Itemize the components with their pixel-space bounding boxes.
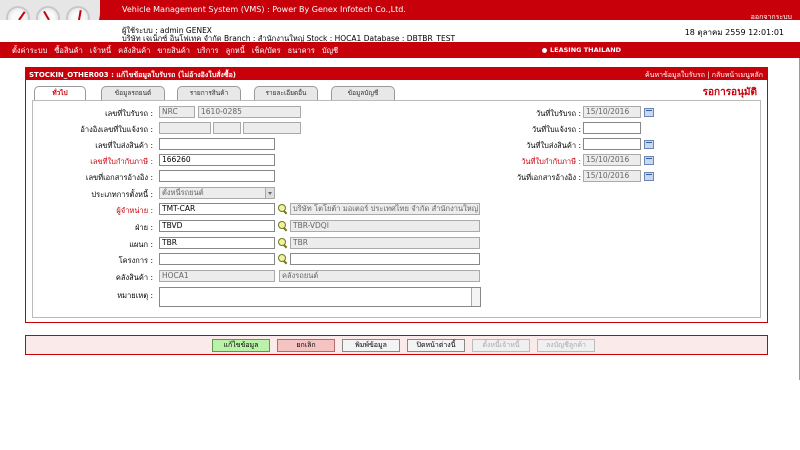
section-name-field: TBR [290, 237, 480, 249]
menu-item-account[interactable]: บัญชี [322, 45, 338, 57]
remark-textarea[interactable] [159, 287, 481, 307]
transfer-date-field[interactable] [583, 122, 641, 134]
cancel-button[interactable]: ยกเลิก [277, 339, 335, 352]
app-window: Vehicle Management System (VMS) : Power … [0, 0, 800, 380]
remark-label: หมายเหตุ : [117, 291, 153, 300]
form-panel: STOCKIN_OTHER003 : แก้ไขข้อมูลใบรับรถ (ไ… [25, 67, 768, 323]
receipt-no-label: เลขที่ใบรับรถ : [105, 109, 153, 118]
tab-general[interactable]: ทั่วไป [34, 86, 86, 100]
post-account-button[interactable]: ลงบัญชีลูกค้า [537, 339, 595, 352]
top-bar: Vehicle Management System (VMS) : Power … [0, 0, 800, 42]
delivery-no-label: เลขที่ใบส่งสินค้า : [95, 141, 153, 150]
save-button[interactable]: แก้ไขข้อมูล [212, 339, 270, 352]
tab-details[interactable]: รายละเอียดอื่น [254, 86, 318, 100]
leasing-label[interactable]: LEASING THAILAND [542, 46, 621, 54]
status-badge: รอการอนุมัติ [702, 87, 757, 98]
project-name-field[interactable] [290, 253, 480, 265]
ref-doc-date-label: วันที่เอกสารอ้างอิง : [516, 173, 581, 182]
tax-invoice-date-label: วันที่ใบกำกับภาษี : [521, 157, 581, 166]
ref-doc-no-label: เลขที่เอกสารอ้างอิง : [85, 173, 153, 182]
search-icon[interactable] [278, 254, 288, 264]
tax-invoice-no-label: เลขที่ใบกำกับภาษี : [90, 157, 153, 166]
transfer-date-label: วันที่ใบแจ้งรถ : [531, 125, 581, 134]
panel-title-bar: STOCKIN_OTHER003 : แก้ไขข้อมูลใบรับรถ (ไ… [26, 68, 767, 80]
warehouse-code-field: HOCA1 [159, 270, 275, 282]
search-icon[interactable] [278, 238, 288, 248]
delivery-no-input[interactable] [159, 138, 275, 150]
receipt-no-field: 1610-0285 [198, 106, 301, 118]
department-name-field: TBR-VDQI [290, 220, 480, 232]
menu-item-bank[interactable]: ธนาคาร [288, 45, 315, 57]
department-code-input[interactable]: TBVD [159, 220, 275, 232]
tax-invoice-date-field: 15/10/2016 [583, 154, 641, 166]
datetime: 18 ตุลาคม 2559 12:01:01 [684, 28, 784, 37]
warehouse-label: คลังสินค้า : [115, 273, 153, 282]
tab-vehicle[interactable]: ข้อมูลรถยนต์ [101, 86, 165, 100]
project-code-input[interactable] [159, 253, 275, 265]
tax-invoice-no-input[interactable]: 166260 [159, 154, 275, 166]
receipt-date-field: 15/10/2016 [583, 106, 641, 118]
calendar-icon[interactable] [644, 108, 654, 117]
menu-item-cheque[interactable]: เช็ค/บัตร [252, 45, 281, 57]
menu-item-creditor[interactable]: เจ้าหนี้ [90, 45, 111, 57]
ref-transfer-field-3 [243, 122, 301, 134]
close-window-button[interactable]: ปิดหน้าต่างนี้ [407, 339, 465, 352]
menu-item-purchase[interactable]: ซื้อสินค้า [54, 45, 83, 57]
tab-items[interactable]: รายการสินค้า [177, 86, 241, 100]
menu-item-settings[interactable]: ตั้งค่าระบบ [6, 45, 47, 57]
page-title: STOCKIN_OTHER003 : แก้ไขข้อมูลใบรับรถ (ไ… [29, 71, 236, 79]
vendor-name-field: บริษัท โตโยต้า มอเตอร์ ประเทศไทย จำกัด ส… [290, 203, 480, 215]
debt-type-value: ตั้งหนี้รถยนต์ [162, 188, 204, 197]
receipt-prefix-field: NRC [159, 106, 195, 118]
app-title: Vehicle Management System (VMS) : Power … [122, 5, 406, 14]
panel-links[interactable]: ค้นหาข้อมูลใบรับรถ | กลับหน้าเมนูหลัก [645, 70, 763, 81]
remark-scrollbar[interactable] [471, 288, 480, 306]
vendor-code-input[interactable]: TMT-CAR [159, 203, 275, 215]
ref-transfer-field-2 [213, 122, 241, 134]
menu-item-service[interactable]: บริการ [197, 45, 219, 57]
ref-doc-no-input[interactable] [159, 170, 275, 182]
calendar-icon[interactable] [644, 172, 654, 181]
menu-item-warehouse[interactable]: คลังสินค้า [118, 45, 150, 57]
department-label: ฝ่าย : [135, 223, 153, 232]
chevron-down-icon[interactable] [265, 188, 274, 198]
delivery-date-label: วันที่ใบส่งสินค้า : [526, 141, 581, 150]
user-info-bar: ผู้ใช้ระบบ : admin GENEX บริษัท เจเน็กซ์… [0, 20, 800, 43]
bullet-icon [542, 47, 547, 53]
search-icon[interactable] [278, 204, 288, 214]
calendar-icon[interactable] [644, 140, 654, 149]
debt-type-select[interactable]: ตั้งหนี้รถยนต์ [159, 187, 275, 199]
project-label: โครงการ : [118, 256, 153, 265]
action-bar: แก้ไขข้อมูล ยกเลิก พิมพ์ข้อมูล ปิดหน้าต่… [25, 335, 768, 355]
menu-item-sales[interactable]: ขายสินค้า [157, 45, 190, 57]
delivery-date-field[interactable] [583, 138, 641, 150]
ref-transfer-field-1 [159, 122, 211, 134]
print-button[interactable]: พิมพ์ข้อมูล [342, 339, 400, 352]
receipt-date-label: วันที่ใบรับรถ : [536, 109, 581, 118]
ref-doc-date-field: 15/10/2016 [583, 170, 641, 182]
debt-type-label: ประเภทการตั้งหนี้ : [91, 190, 153, 199]
ref-transfer-label: อ้างอิงเลขที่ใบแจ้งรถ : [80, 125, 153, 134]
main-menu: ตั้งค่าระบบ ซื้อสินค้า เจ้าหนี้ คลังสินค… [0, 42, 800, 58]
set-debt-button[interactable]: ตั้งหนี้เจ้าหนี้ [472, 339, 530, 352]
calendar-icon[interactable] [644, 156, 654, 165]
section-code-input[interactable]: TBR [159, 237, 275, 249]
tab-account[interactable]: ข้อมูลบัญชี [331, 86, 395, 100]
menu-item-debtor[interactable]: ลูกหนี้ [226, 45, 245, 57]
vendor-label: ผู้จำหน่าย : [116, 206, 153, 215]
general-form: เลขที่ใบรับรถ : NRC 1610-0285 อ้างอิงเลข… [32, 100, 761, 318]
warehouse-name-field: คลังรถยนต์ [279, 270, 480, 282]
section-label: แผนก : [129, 240, 153, 249]
search-icon[interactable] [278, 221, 288, 231]
